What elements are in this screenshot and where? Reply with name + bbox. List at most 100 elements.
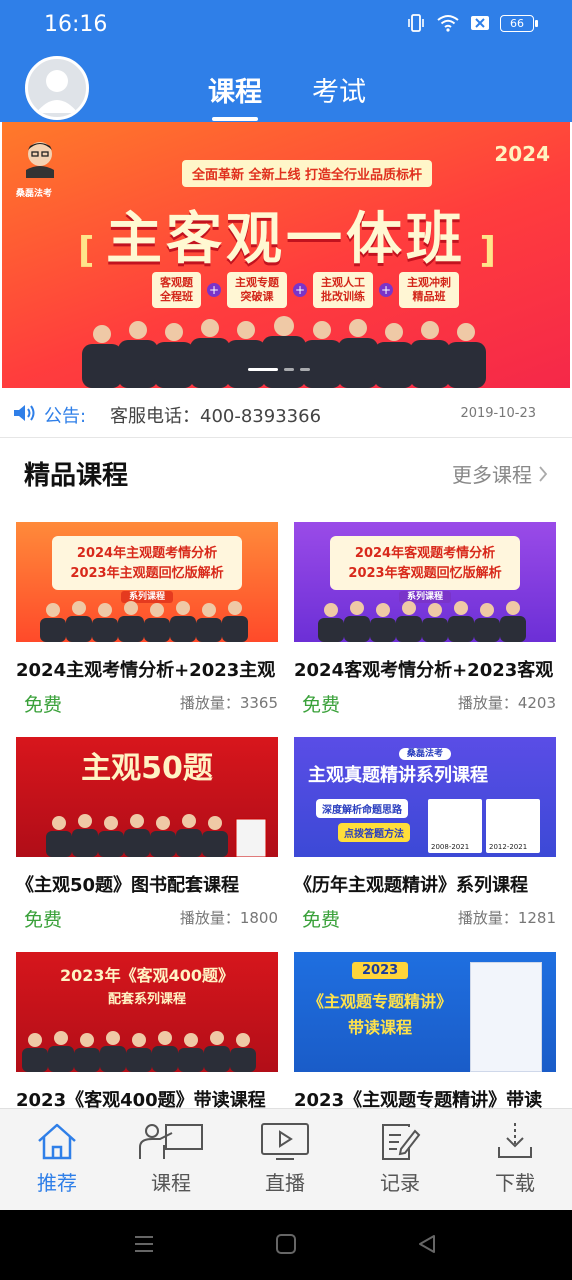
more-courses-label: 更多课程	[452, 463, 532, 487]
book-cover	[470, 962, 542, 1072]
nav-item-records[interactable]: 记录	[345, 1121, 455, 1196]
course-thumbnail: 2023年《客观400题》 配套系列课程	[16, 952, 278, 1072]
book-cover: 2012-2021	[486, 799, 540, 853]
download-icon	[498, 1123, 532, 1158]
chevron-right-icon	[539, 465, 548, 482]
nav-label: 下载	[495, 1171, 535, 1195]
back-icon[interactable]	[416, 1234, 438, 1254]
course-price: 免费	[24, 694, 63, 716]
course-thumbnail: 主观50题	[16, 737, 278, 857]
course-title: 2024主观考情分析+2023主观	[16, 660, 276, 681]
nav-item-recommend[interactable]: 推荐	[2, 1121, 112, 1196]
battery-level: 66	[510, 16, 524, 30]
course-price: 免费	[24, 909, 63, 931]
course-title: 2023《客观400题》带读课程	[16, 1090, 266, 1108]
app-header: 16:16 66 课程 考试	[0, 0, 572, 122]
teachers-photo	[22, 1031, 256, 1072]
thumb-line: 主观真题精讲系列课程	[308, 765, 488, 786]
notice-bar[interactable]: 公告: 客服电话：400-8393366 2019-10-23	[0, 390, 572, 438]
course-card[interactable]: 2023年《客观400题》 配套系列课程 2023《客观400题》带读课程	[16, 952, 278, 1108]
teacher-board-icon	[139, 1124, 203, 1159]
banner-chip: 主观人工 批改训练	[313, 272, 373, 308]
course-card[interactable]: 桑磊法考 主观真题精讲系列课程 深度解析命题思路 点拨答题方法 2008-202…	[294, 737, 556, 937]
vibrate-icon	[408, 14, 424, 32]
teachers-photo	[40, 601, 248, 642]
course-card[interactable]: 2024年客观题考情分析 2023年客观题回忆版解析 系列课程 2024客观考情…	[294, 522, 556, 722]
book-year-range: 2012-2021	[489, 843, 528, 851]
thumb-line: 带读课程	[348, 1018, 413, 1037]
notice-date: 2019-10-23	[460, 406, 536, 421]
plus-icon: +	[293, 282, 307, 297]
course-plays: 播放量：1281	[457, 909, 556, 927]
banner-title: 主客观一体班	[106, 207, 466, 272]
tab-exams[interactable]: 考试	[312, 70, 366, 109]
thumb-line: 2023年客观题回忆版解析	[348, 566, 502, 581]
banner-chip: 主观专题 突破课	[227, 272, 287, 308]
avatar[interactable]	[25, 56, 89, 120]
pagination-dot	[284, 368, 294, 371]
course-thumbnail: 桑磊法考 主观真题精讲系列课程 深度解析命题思路 点拨答题方法 2008-202…	[294, 737, 556, 857]
thumb-line: 深度解析命题思路	[316, 799, 408, 818]
promo-banner[interactable]: 桑磊法考 2024 全面革新 全新上线 打造全行业品质标杆 [ ] 主客观一体班…	[2, 122, 570, 388]
nav-label: 推荐	[37, 1171, 77, 1195]
user-avatar-icon	[36, 70, 78, 113]
thumb-line: 主观50题	[81, 751, 213, 786]
thumb-logo: 桑磊法考	[398, 748, 451, 760]
nav-label: 直播	[265, 1171, 305, 1195]
course-thumbnail: 2024年客观题考情分析 2023年客观题回忆版解析 系列课程	[294, 522, 556, 642]
thumb-line: 2023年《客观400题》	[60, 966, 234, 985]
record-edit-icon	[382, 1124, 421, 1160]
course-thumbnail: 2024年主观题考情分析 2023年主观题回忆版解析 系列课程	[16, 522, 278, 642]
status-icons: 66	[406, 14, 538, 32]
course-title: 《主观50题》图书配套课程	[16, 875, 240, 896]
thumb-line: 2024年主观题考情分析	[76, 546, 218, 561]
nav-item-courses[interactable]: 课程	[116, 1121, 226, 1196]
nav-item-download[interactable]: 下载	[460, 1121, 570, 1196]
course-card[interactable]: 2024年主观题考情分析 2023年主观题回忆版解析 系列课程 2024主观考情…	[16, 522, 278, 722]
course-title: 《历年主观题精讲》系列课程	[294, 875, 528, 896]
banner-chip: 客观题 全程班	[152, 272, 201, 308]
thumb-line: 2024年客观题考情分析	[354, 546, 496, 561]
course-plays: 播放量：1800	[179, 909, 278, 927]
brand-logo-icon	[26, 142, 54, 178]
tab-courses[interactable]: 课程	[208, 70, 262, 109]
pagination-dot	[300, 368, 310, 371]
thumb-line: 配套系列课程	[107, 992, 186, 1007]
thumb-line: 2023年主观题回忆版解析	[70, 566, 224, 581]
course-title: 2023《主观题专题精讲》带读	[294, 1090, 543, 1108]
course-plays: 播放量：3365	[179, 694, 278, 712]
banner-chips: 客观题 全程班 + 主观专题 突破课 + 主观人工 批改训练 + 主观冲刺 精品…	[152, 272, 459, 308]
notice-label: 公告:	[44, 406, 87, 427]
pagination-dot	[248, 368, 278, 371]
course-card[interactable]: 主观50题 《主观50题》图书配套课程 免费 播放量：1800	[16, 737, 278, 937]
menu-icon[interactable]	[133, 1234, 155, 1254]
course-thumbnail: 2023 《主观题专题精讲》 带读课程	[294, 952, 556, 1072]
course-price: 免费	[302, 694, 341, 716]
bottom-nav: 推荐 课程 直播 记录 下载	[0, 1108, 572, 1210]
course-price: 免费	[302, 909, 341, 931]
teachers-photo	[46, 814, 267, 857]
section-title: 精品课程	[24, 461, 129, 491]
nav-label: 课程	[151, 1171, 191, 1195]
plus-icon: +	[207, 282, 221, 297]
active-tab-indicator	[212, 117, 258, 121]
more-courses-link[interactable]: 更多课程	[452, 459, 548, 488]
book-year-range: 2008-2021	[431, 843, 470, 851]
speaker-icon	[14, 405, 35, 421]
status-time: 16:16	[44, 12, 108, 37]
course-title: 2024客观考情分析+2023客观	[294, 660, 554, 681]
banner-tagline: 全面革新 全新上线 打造全行业品质标杆	[182, 160, 433, 187]
thumb-tag: 2023	[352, 962, 409, 979]
banner-pagination	[248, 368, 310, 371]
course-card[interactable]: 2023 《主观题专题精讲》 带读课程 2023《主观题专题精讲》带读	[294, 952, 556, 1108]
home-button-icon[interactable]	[275, 1234, 297, 1254]
thumb-tag: 点拨答题方法	[338, 823, 410, 842]
battery-icon: 66	[500, 14, 538, 32]
plus-icon: +	[379, 282, 393, 297]
banner-year: 2024	[494, 142, 550, 166]
book-cover: 2008-2021	[428, 799, 482, 853]
notice-text: 客服电话：400-8393366	[110, 406, 322, 427]
system-nav-bar	[0, 1210, 572, 1280]
wifi-icon	[437, 15, 459, 32]
nav-item-live[interactable]: 直播	[230, 1121, 340, 1196]
